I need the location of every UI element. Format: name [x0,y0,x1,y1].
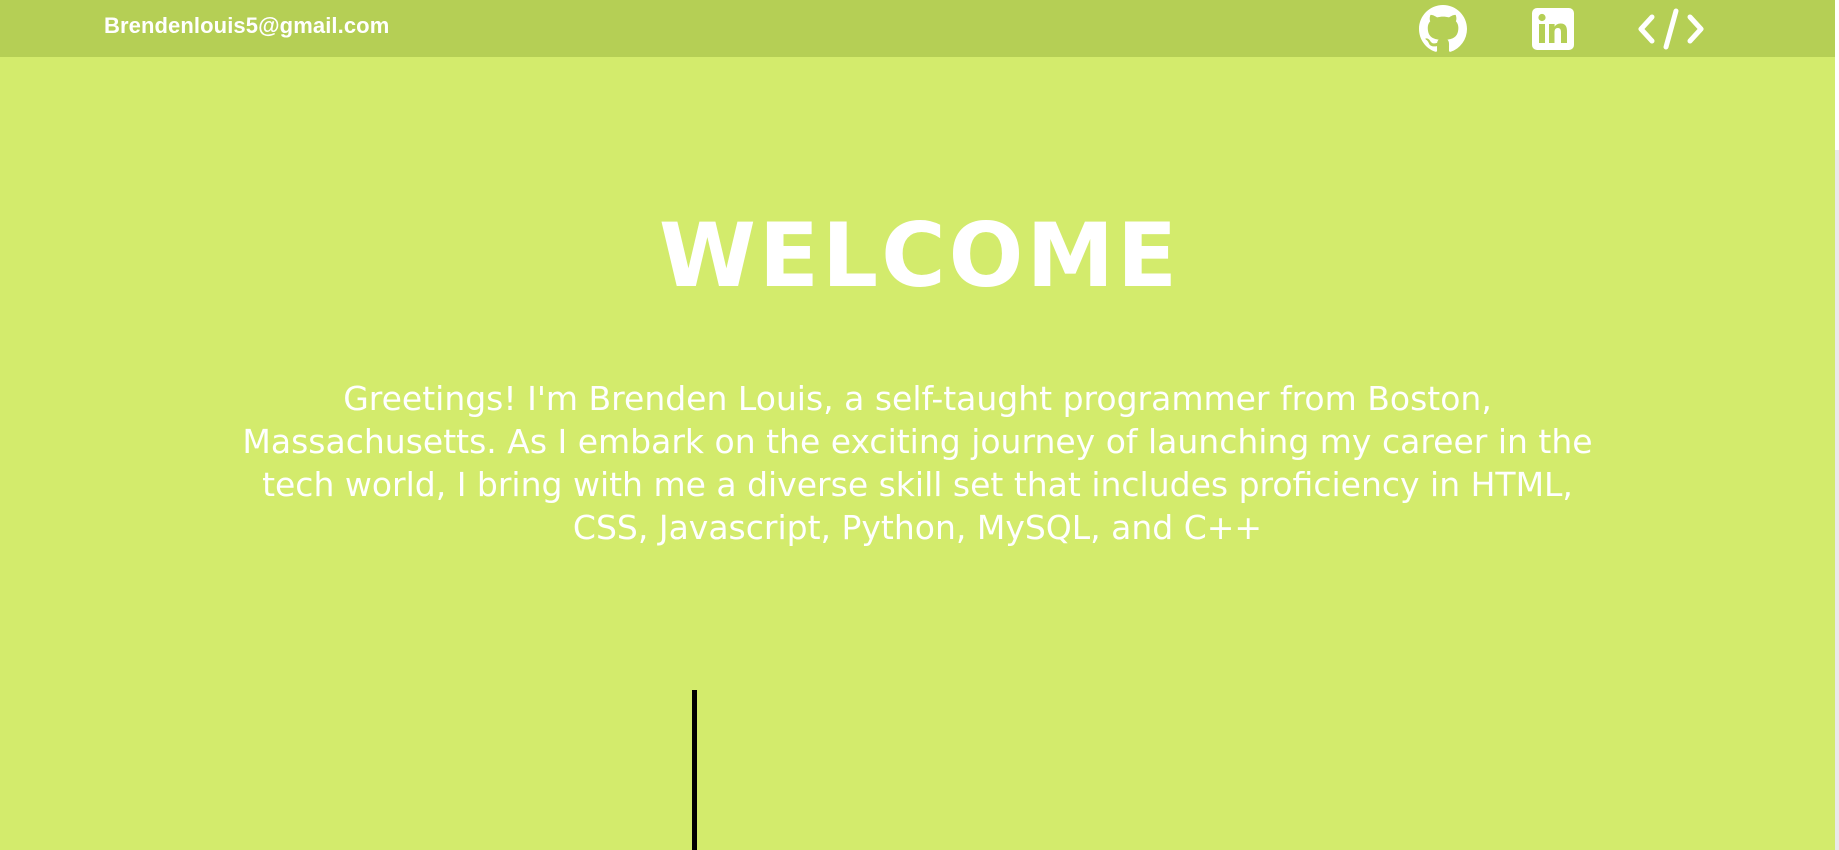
scrollbar-thumb[interactable] [1835,0,1839,150]
code-icon [1638,8,1704,50]
intro-paragraph: Greetings! I'm Brenden Louis, a self-tau… [242,379,1593,547]
email-link[interactable]: Brendenlouis5@gmail.com [104,13,389,39]
github-link[interactable] [1418,4,1468,54]
github-icon [1419,5,1467,52]
linkedin-icon [1532,8,1574,50]
top-navbar: Brendenlouis5@gmail.com [0,0,1839,57]
page: Brendenlouis5@gmail.com WELCOME Greeting… [0,0,1839,850]
welcome-heading: WELCOME [658,204,1181,307]
page-scrollbar[interactable] [1835,0,1839,850]
linkedin-link[interactable] [1528,4,1578,54]
code-link[interactable] [1638,4,1704,54]
timeline-divider [692,690,697,850]
